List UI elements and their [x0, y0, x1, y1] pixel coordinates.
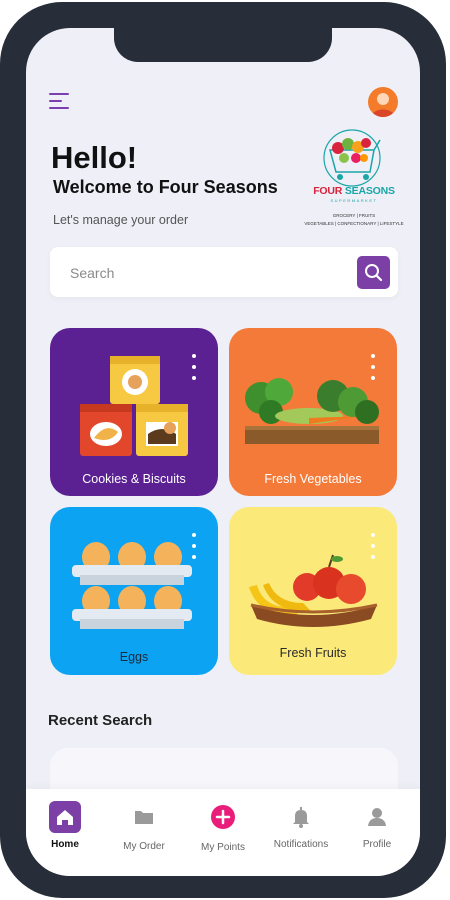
home-icon: [49, 801, 81, 833]
phone-notch: [114, 28, 332, 62]
page-title: Hello!: [51, 140, 138, 175]
user-icon: [368, 808, 386, 826]
category-label: Cookies & Biscuits: [82, 472, 186, 486]
more-options-icon[interactable]: [371, 533, 377, 563]
nav-home[interactable]: Home: [26, 789, 104, 869]
logo-name: FOUR SEASONS: [313, 185, 395, 197]
nav-label: My Points: [201, 842, 245, 853]
more-options-icon[interactable]: [192, 354, 198, 384]
nav-label: My Order: [123, 841, 165, 852]
logo-tagline: SUPERMARKET: [330, 198, 378, 203]
more-options-icon[interactable]: [192, 533, 198, 563]
subtitle: Let's manage your order: [53, 213, 189, 227]
recent-search-heading: Recent Search: [48, 712, 153, 729]
nav-my-order[interactable]: My Order: [105, 789, 183, 869]
folder-icon: [135, 811, 153, 824]
search-button[interactable]: [357, 256, 390, 289]
category-label: Fresh Vegetables: [264, 472, 362, 486]
nav-my-points[interactable]: My Points: [184, 789, 262, 869]
nav-label: Notifications: [273, 839, 329, 850]
four-seasons-logo: FOUR SEASONS SUPERMARKET GROCERY | FRUIT…: [304, 128, 404, 232]
nav-label: Profile: [362, 839, 392, 850]
search-input[interactable]: [68, 247, 342, 299]
category-card-cookies[interactable]: Cookies & Biscuits: [50, 328, 218, 496]
logo-line-2: VEGETABLES | CONFECTIONARY | LIFESTYLE: [304, 221, 404, 226]
menu-icon[interactable]: [49, 92, 71, 110]
welcome-heading: Welcome to Four Seasons: [53, 177, 278, 197]
nav-label: Home: [51, 839, 79, 850]
category-card-vegetables[interactable]: Fresh Vegetables: [229, 328, 397, 496]
bottom-navigation: Home My Order My Points Notifications Pr…: [26, 789, 420, 876]
search-icon: [365, 264, 383, 282]
phone-frame: Hello! Welcome to Four Seasons Let's man…: [0, 2, 446, 898]
category-label: Fresh Fruits: [279, 646, 347, 660]
category-label: Eggs: [119, 650, 149, 664]
avatar[interactable]: [368, 87, 398, 117]
nav-notifications[interactable]: Notifications: [262, 789, 340, 869]
bell-icon: [293, 807, 309, 828]
category-card-fruits[interactable]: Fresh Fruits: [229, 507, 397, 675]
search-bar: [50, 247, 398, 299]
nav-profile[interactable]: Profile: [338, 789, 416, 869]
logo-line-1: GROCERY | FRUITS: [332, 213, 376, 218]
plus-circle-icon: [211, 805, 235, 829]
category-card-eggs[interactable]: Eggs: [50, 507, 218, 675]
more-options-icon[interactable]: [371, 354, 377, 384]
app-screen: Hello! Welcome to Four Seasons Let's man…: [26, 28, 420, 876]
